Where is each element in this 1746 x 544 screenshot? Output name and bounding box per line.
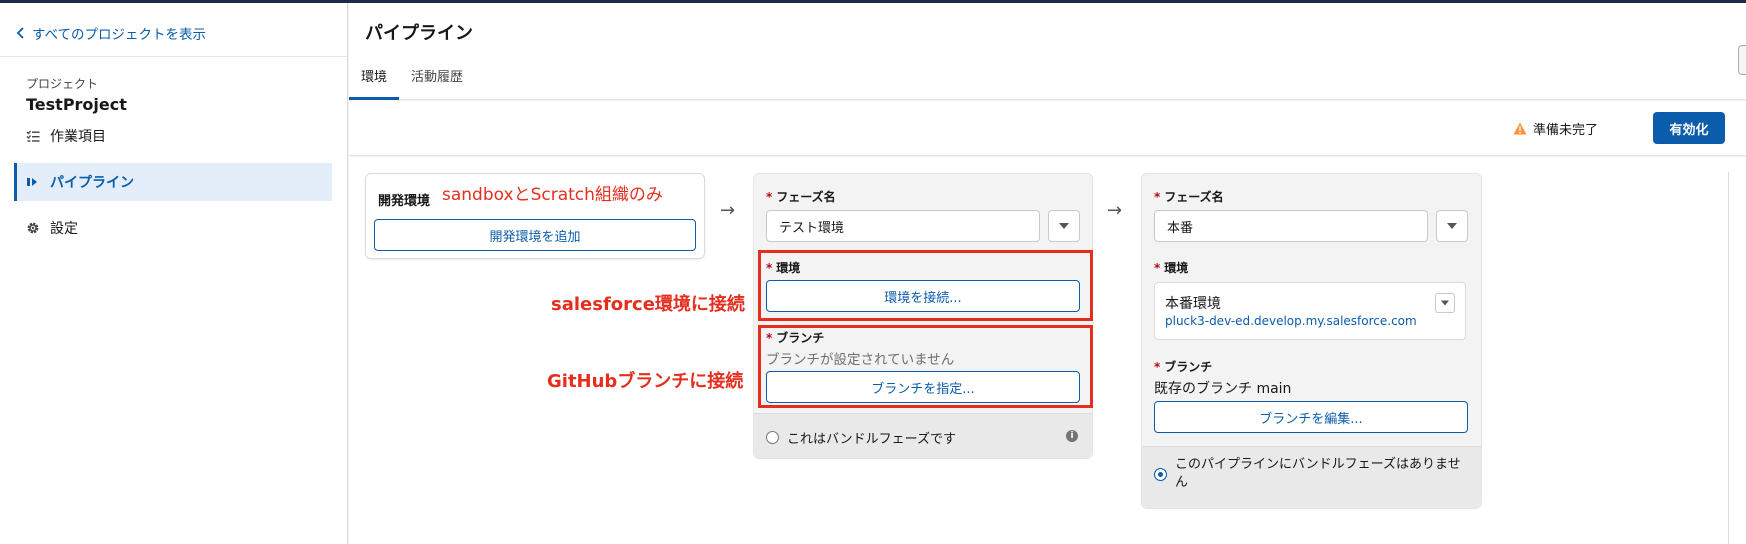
bundle-phase-radio[interactable] bbox=[766, 431, 779, 444]
branch-label: * ブランチ bbox=[1154, 360, 1213, 374]
phase-menu-button[interactable] bbox=[1436, 210, 1468, 242]
pipeline-icon bbox=[27, 178, 37, 186]
tab-environments[interactable]: 環境 bbox=[349, 66, 400, 100]
environment-highlight-box bbox=[758, 250, 1093, 321]
no-bundle-radio[interactable] bbox=[1154, 468, 1167, 481]
bundle-phase-option[interactable]: これはバンドルフェーズです bbox=[766, 428, 956, 447]
phase-name-label: * フェーズ名 bbox=[766, 190, 836, 204]
no-bundle-phase-option[interactable]: このパイプラインにバンドルフェーズはありません bbox=[1154, 456, 1464, 492]
tab-activity-history[interactable]: 活動履歴 bbox=[411, 66, 463, 100]
connected-environment: 本番環境 pluck3-dev-ed.develop.my.salesforce… bbox=[1154, 282, 1466, 340]
gear-icon bbox=[27, 222, 39, 234]
sidebar-item-label: パイプライン bbox=[50, 175, 134, 191]
phase-name-input[interactable]: テスト環境 bbox=[766, 210, 1040, 242]
no-bundle-label: このパイプラインにバンドルフェーズはありません bbox=[1175, 457, 1461, 490]
environment-label: * 環境 bbox=[1154, 261, 1189, 275]
edit-branch-button[interactable]: ブランチを編集... bbox=[1154, 401, 1468, 433]
dev-environment-title: 開発環境 bbox=[378, 194, 431, 209]
chevron-down-icon bbox=[1059, 223, 1069, 229]
phase-name-input[interactable]: 本番 bbox=[1154, 210, 1428, 242]
arrow-right-icon: → bbox=[720, 200, 736, 221]
branch-value: 既存のブランチ main bbox=[1154, 381, 1292, 397]
salesforce-annotation: salesforce環境に接続 bbox=[551, 294, 745, 315]
side-panel-handle[interactable] bbox=[1738, 45, 1746, 75]
sidebar-item-label: 作業項目 bbox=[50, 129, 106, 145]
environment-name: 本番環境 bbox=[1165, 296, 1221, 312]
info-icon[interactable]: i bbox=[1066, 430, 1078, 442]
branch-highlight-box bbox=[758, 325, 1093, 408]
chevron-left-icon bbox=[16, 27, 24, 39]
page-title: パイプライン bbox=[365, 23, 473, 44]
project-name: TestProject bbox=[26, 95, 127, 114]
sandbox-annotation: sandboxとScratch組織のみ bbox=[442, 185, 663, 205]
status-text: 準備未完了 bbox=[1532, 123, 1598, 138]
status-indicator: 準備未完了 bbox=[1513, 119, 1598, 138]
warning-icon bbox=[1513, 122, 1527, 135]
add-dev-environment-button[interactable]: 開発環境を追加 bbox=[374, 219, 696, 251]
sidebar-divider bbox=[0, 56, 347, 57]
environment-url-link[interactable]: pluck3-dev-ed.develop.my.salesforce.com bbox=[1165, 314, 1417, 328]
sidebar-item-settings[interactable]: 設定 bbox=[14, 209, 332, 247]
action-bar: 準備未完了 有効化 bbox=[349, 101, 1746, 156]
phase-menu-button[interactable] bbox=[1048, 210, 1080, 242]
sidebar-item-pipeline[interactable]: パイプライン bbox=[14, 163, 332, 201]
canvas-scrollbar[interactable] bbox=[1728, 172, 1729, 544]
back-link-label: すべてのプロジェクトを表示 bbox=[32, 27, 207, 43]
bundle-phase-label: これはバンドルフェーズです bbox=[787, 432, 957, 447]
list-icon bbox=[26, 130, 40, 142]
chevron-down-icon bbox=[1447, 223, 1457, 229]
arrow-right-icon: → bbox=[1107, 200, 1123, 221]
sidebar: すべてのプロジェクトを表示 プロジェクト TestProject 作業項目 パイ… bbox=[0, 3, 348, 544]
enable-button[interactable]: 有効化 bbox=[1653, 112, 1725, 144]
environment-menu-button[interactable] bbox=[1435, 293, 1455, 313]
page-header: パイプライン 環境 活動履歴 bbox=[349, 3, 1746, 100]
project-caption: プロジェクト bbox=[26, 77, 99, 91]
sidebar-item-label: 設定 bbox=[50, 221, 78, 237]
back-to-projects-link[interactable]: すべてのプロジェクトを表示 bbox=[16, 19, 206, 47]
phase-name-label: * フェーズ名 bbox=[1154, 190, 1224, 204]
chevron-down-icon bbox=[1441, 300, 1449, 306]
sidebar-item-work-items[interactable]: 作業項目 bbox=[14, 117, 332, 155]
github-annotation: GitHubブランチに接続 bbox=[547, 371, 744, 392]
